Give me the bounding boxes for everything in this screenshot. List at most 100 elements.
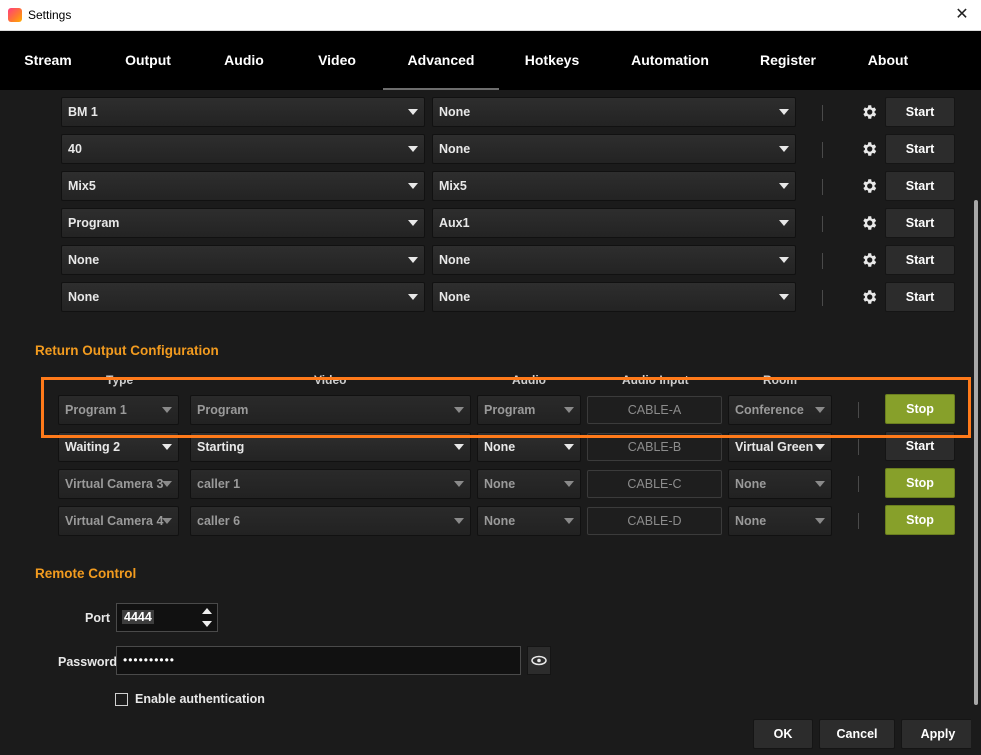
start-button[interactable]: Start xyxy=(885,134,955,164)
divider xyxy=(822,290,823,306)
divider xyxy=(822,253,823,269)
chevron-down-icon xyxy=(408,257,418,263)
start-button[interactable]: Start xyxy=(885,97,955,127)
tab-automation[interactable]: Automation xyxy=(626,31,714,90)
show-password-button[interactable] xyxy=(527,646,551,675)
audio-input-field[interactable]: CABLE-D xyxy=(587,507,722,535)
target-select[interactable]: Mix5 xyxy=(432,171,796,201)
stop-button[interactable]: Stop xyxy=(885,468,955,498)
source-select[interactable]: None xyxy=(61,245,425,275)
tab-hotkeys[interactable]: Hotkeys xyxy=(520,31,584,90)
source-select[interactable]: Program xyxy=(61,208,425,238)
audio-input-field[interactable]: CABLE-C xyxy=(587,470,722,498)
password-field[interactable]: •••••••••• xyxy=(116,646,521,675)
chevron-down-icon xyxy=(779,146,789,152)
chevron-down-icon xyxy=(815,444,825,450)
divider xyxy=(822,142,823,158)
source-select[interactable]: BM 1 xyxy=(61,97,425,127)
return-video-select[interactable]: caller 6 xyxy=(190,506,471,536)
chevron-down-icon xyxy=(408,109,418,115)
chevron-down-icon xyxy=(162,481,172,487)
gear-icon[interactable] xyxy=(860,140,878,158)
start-button[interactable]: Start xyxy=(885,282,955,312)
return-type-select[interactable]: Virtual Camera 3 xyxy=(58,469,179,499)
tab-output[interactable]: Output xyxy=(118,31,178,90)
gear-icon[interactable] xyxy=(860,214,878,232)
gear-icon[interactable] xyxy=(860,288,878,306)
source-select[interactable]: None xyxy=(61,282,425,312)
chevron-down-icon xyxy=(454,444,464,450)
chevron-down-icon xyxy=(408,220,418,226)
password-label: Password xyxy=(58,655,118,669)
tab-register[interactable]: Register xyxy=(755,31,821,90)
target-select[interactable]: Aux1 xyxy=(432,208,796,238)
chevron-down-icon xyxy=(779,220,789,226)
eye-icon xyxy=(531,655,547,666)
port-label: Port xyxy=(85,611,110,625)
chevron-down-icon xyxy=(408,183,418,189)
enable-authentication-label: Enable authentication xyxy=(135,692,265,706)
chevron-down-icon xyxy=(779,109,789,115)
highlight-annotation xyxy=(41,377,971,438)
chevron-down-icon[interactable] xyxy=(202,621,212,627)
tab-advanced[interactable]: Advanced xyxy=(383,31,499,90)
chevron-down-icon xyxy=(815,481,825,487)
chevron-down-icon xyxy=(454,481,464,487)
chevron-up-icon[interactable] xyxy=(202,608,212,614)
chevron-down-icon xyxy=(454,518,464,524)
gear-icon[interactable] xyxy=(860,251,878,269)
port-stepper[interactable]: 4444 xyxy=(116,603,218,632)
chevron-down-icon xyxy=(162,518,172,524)
return-video-select[interactable]: caller 1 xyxy=(190,469,471,499)
source-select[interactable]: Mix5 xyxy=(61,171,425,201)
divider xyxy=(858,476,859,492)
chevron-down-icon xyxy=(162,444,172,450)
gear-icon[interactable] xyxy=(860,103,878,121)
chevron-down-icon xyxy=(815,518,825,524)
return-audio-select[interactable]: None xyxy=(477,469,581,499)
tab-about[interactable]: About xyxy=(862,31,914,90)
start-button[interactable]: Start xyxy=(885,208,955,238)
port-value[interactable]: 4444 xyxy=(122,610,154,624)
title-bar: Settings ✕ xyxy=(0,0,981,31)
target-select[interactable]: None xyxy=(432,97,796,127)
chevron-down-icon xyxy=(779,257,789,263)
chevron-down-icon xyxy=(564,481,574,487)
scrollbar[interactable] xyxy=(971,90,981,755)
close-icon[interactable]: ✕ xyxy=(951,4,973,26)
ok-button[interactable]: OK xyxy=(753,719,813,749)
target-select[interactable]: None xyxy=(432,134,796,164)
start-button[interactable]: Start xyxy=(885,245,955,275)
tab-video[interactable]: Video xyxy=(311,31,363,90)
window-title: Settings xyxy=(28,8,72,22)
return-room-select[interactable]: None xyxy=(728,506,832,536)
target-select[interactable]: None xyxy=(432,245,796,275)
source-select[interactable]: 40 xyxy=(61,134,425,164)
chevron-down-icon xyxy=(564,518,574,524)
apply-button[interactable]: Apply xyxy=(901,719,975,749)
divider xyxy=(858,439,859,455)
app-logo-icon xyxy=(8,8,22,22)
tab-bar: Stream Output Audio Video Advanced Hotke… xyxy=(0,31,981,90)
return-audio-select[interactable]: None xyxy=(477,506,581,536)
divider xyxy=(858,513,859,529)
scrollbar-thumb[interactable] xyxy=(974,200,978,705)
divider xyxy=(822,105,823,121)
tab-audio[interactable]: Audio xyxy=(218,31,270,90)
return-type-select[interactable]: Virtual Camera 4 xyxy=(58,506,179,536)
chevron-down-icon xyxy=(408,146,418,152)
tab-stream[interactable]: Stream xyxy=(20,31,76,90)
chevron-down-icon xyxy=(779,294,789,300)
settings-content: BM 1 None Start 40 None Start Mix5 Mix5 … xyxy=(0,90,981,755)
chevron-down-icon xyxy=(564,444,574,450)
gear-icon[interactable] xyxy=(860,177,878,195)
stop-button[interactable]: Stop xyxy=(885,505,955,535)
remote-control-title: Remote Control xyxy=(35,566,137,581)
divider xyxy=(822,179,823,195)
cancel-button[interactable]: Cancel xyxy=(819,719,895,749)
target-select[interactable]: None xyxy=(432,282,796,312)
return-room-select[interactable]: None xyxy=(728,469,832,499)
start-button[interactable]: Start xyxy=(885,171,955,201)
divider xyxy=(822,216,823,232)
enable-authentication-checkbox[interactable] xyxy=(115,693,128,706)
